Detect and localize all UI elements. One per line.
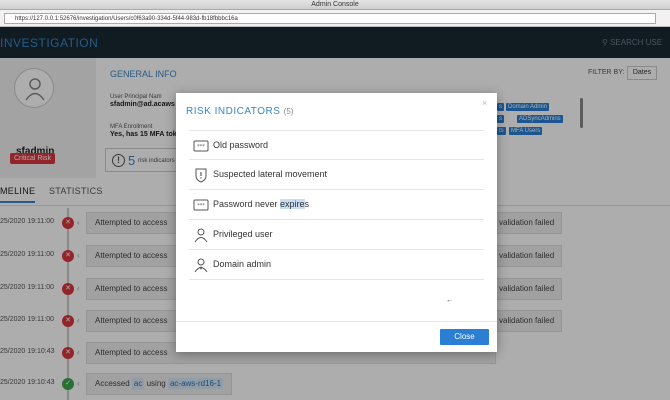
dialog-footer [176, 321, 497, 322]
window-titlebar: Admin Console [0, 0, 670, 10]
risk-indicator-label: Privileged user [213, 229, 273, 239]
list-item: Suspected lateral movement [189, 160, 484, 190]
risk-indicator-list: *** Old password Suspected lateral movem… [189, 130, 484, 280]
address-bar[interactable]: https://127.0.0.1:52676/investigation/Us… [4, 13, 656, 24]
risk-indicator-label: Suspected lateral movement [213, 169, 328, 179]
browser-toolbar: https://127.0.0.1:52676/investigation/Us… [0, 10, 670, 27]
close-button[interactable]: Close [440, 329, 489, 345]
risk-indicators-dialog: RISK INDICATORS (5) × *** Old password S… [176, 93, 497, 352]
window-title: Admin Console [311, 1, 359, 8]
user-icon [194, 228, 208, 243]
svg-text:***: *** [197, 203, 205, 209]
dialog-title: RISK INDICATORS (5) [186, 106, 293, 117]
alert-shield-icon [195, 168, 207, 183]
dialog-count: (5) [283, 107, 294, 116]
admin-user-icon [194, 258, 208, 273]
list-item: *** Old password [189, 130, 484, 160]
label-text: Password never [213, 199, 281, 209]
svg-text:***: *** [197, 144, 205, 150]
list-item: *** Password never expires [189, 190, 484, 220]
risk-indicator-label: Domain admin [213, 259, 272, 269]
list-item: Privileged user [189, 220, 484, 250]
password-icon: *** [193, 199, 209, 211]
password-icon: *** [193, 140, 209, 152]
selected-text: expire [280, 199, 305, 209]
dialog-title-text: RISK INDICATORS [186, 106, 281, 117]
close-icon[interactable]: × [482, 98, 487, 108]
list-item: Domain admin [189, 250, 484, 280]
risk-indicator-label: Password never expires [213, 199, 309, 209]
text-cursor-icon: ← [446, 297, 453, 304]
label-text: s [304, 199, 310, 209]
risk-indicator-label: Old password [213, 140, 269, 150]
